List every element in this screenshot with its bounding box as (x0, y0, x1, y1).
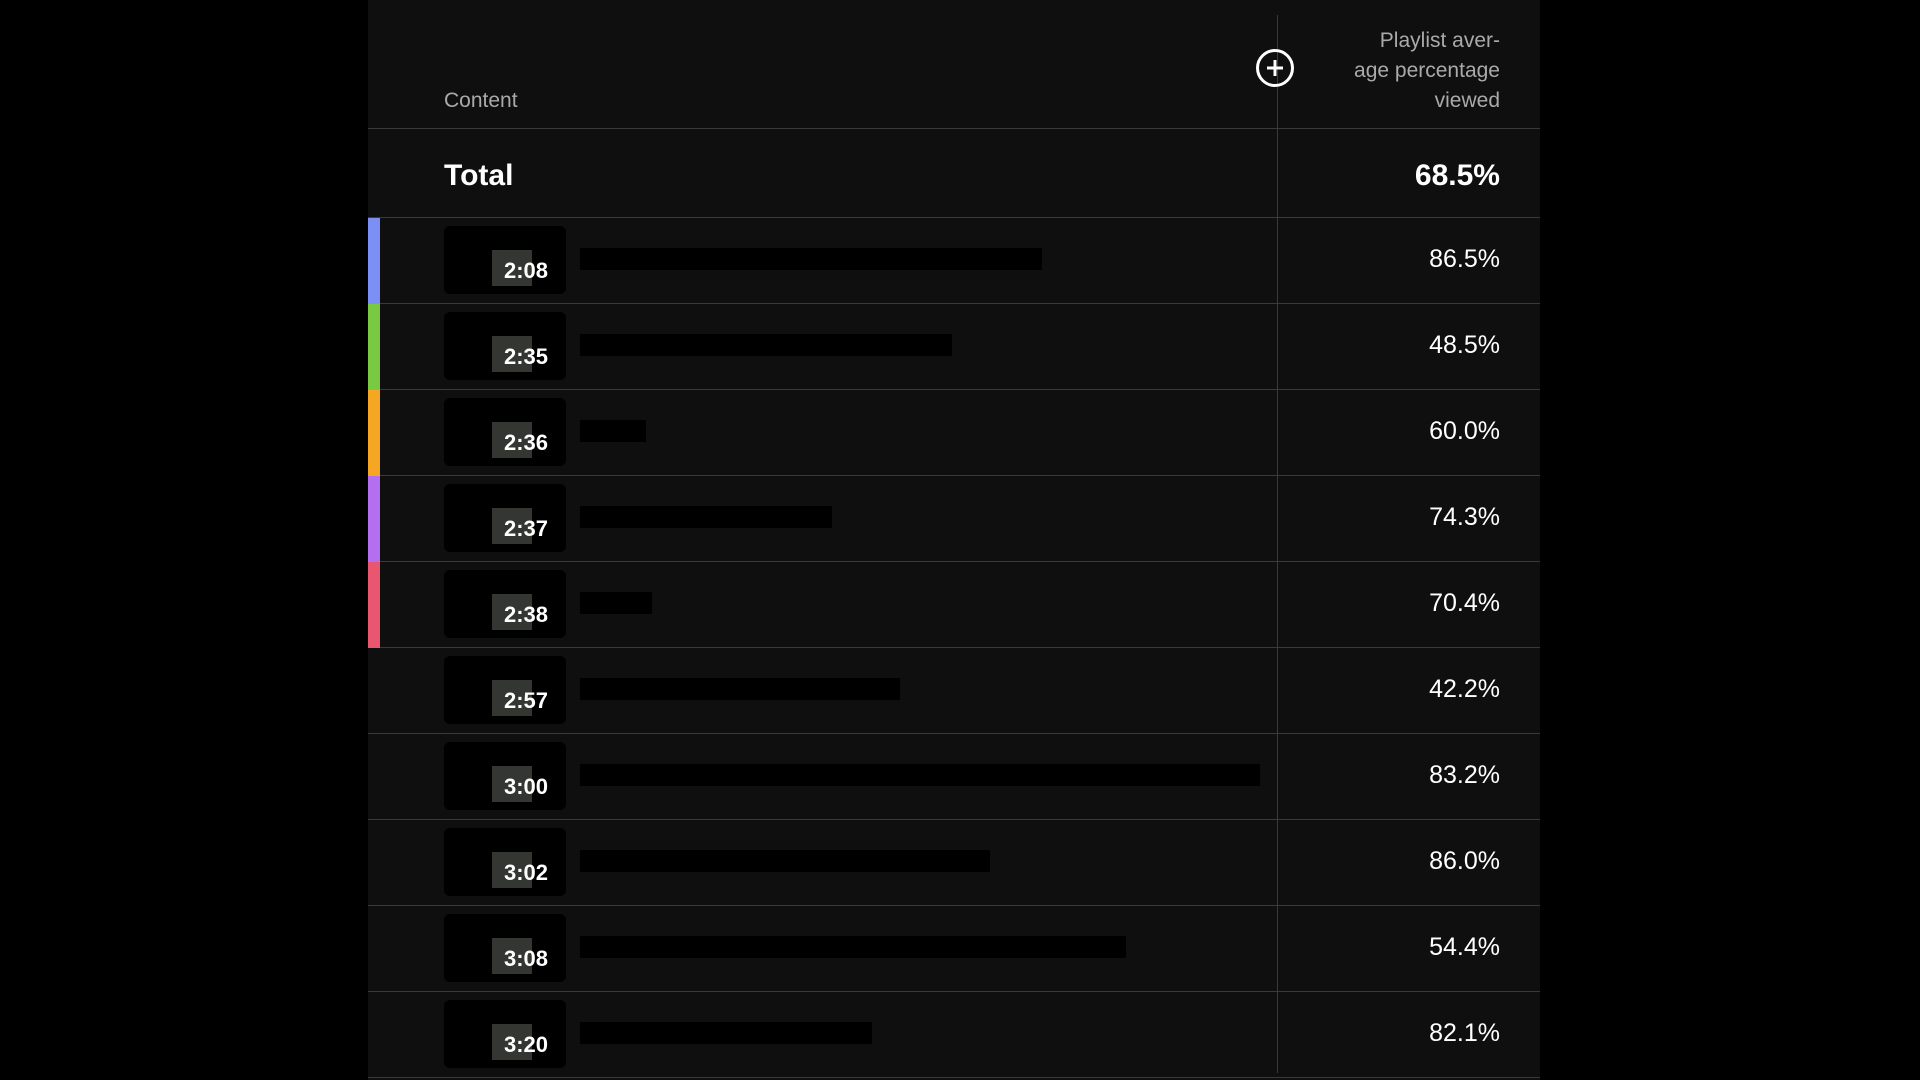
video-thumbnail[interactable]: 2:08 (444, 226, 566, 294)
metric-value: 82.1% (1429, 1019, 1500, 1047)
metric-value: 54.4% (1429, 933, 1500, 961)
table-row[interactable]: 3:00 83.2% (368, 734, 1540, 820)
redacted-video-title[interactable] (580, 850, 990, 872)
metric-header-line-1: Playlist aver- (1379, 29, 1500, 52)
video-duration: 3:08 (503, 946, 548, 971)
plus-circle-icon (1267, 60, 1283, 76)
series-color-bar (368, 476, 380, 562)
redacted-video-title[interactable] (580, 936, 1126, 958)
video-duration: 2:38 (503, 602, 548, 627)
metric-value: 86.5% (1429, 245, 1500, 273)
metric-value: 86.0% (1429, 847, 1500, 875)
metric-value: 83.2% (1429, 761, 1500, 789)
video-thumbnail[interactable]: 3:02 (444, 828, 566, 896)
video-thumbnail[interactable]: 2:37 (444, 484, 566, 552)
video-duration: 2:36 (503, 430, 548, 455)
series-color-bar (368, 304, 380, 390)
metric-value: 48.5% (1429, 331, 1500, 359)
video-duration: 3:20 (503, 1032, 548, 1057)
table-row[interactable]: 3:20 82.1% (368, 992, 1540, 1078)
video-thumbnail[interactable]: 3:00 (444, 742, 566, 810)
content-table: Content Playlist aver- age percentage vi… (368, 0, 1540, 1080)
redacted-video-title[interactable] (580, 334, 952, 356)
add-metric-button[interactable] (1256, 49, 1294, 87)
video-duration: 2:08 (503, 258, 548, 283)
video-duration: 2:35 (503, 344, 548, 369)
table-row[interactable]: 2:57 42.2% (368, 648, 1540, 734)
redacted-video-title[interactable] (580, 678, 900, 700)
metric-value: 70.4% (1429, 589, 1500, 617)
redacted-video-title[interactable] (580, 592, 652, 614)
video-duration: 2:37 (503, 516, 548, 541)
video-thumbnail[interactable]: 3:08 (444, 914, 566, 982)
table-row[interactable]: 3:08 54.4% (368, 906, 1540, 992)
metric-value: 74.3% (1429, 503, 1500, 531)
total-value: 68.5% (1414, 159, 1500, 192)
redacted-video-title[interactable] (580, 248, 1042, 270)
table-header: Content Playlist aver- age percentage vi… (368, 0, 1540, 129)
table-row[interactable]: 3:02 86.0% (368, 820, 1540, 906)
video-duration: 3:00 (503, 774, 548, 799)
redacted-video-title[interactable] (580, 764, 1260, 786)
video-thumbnail[interactable]: 2:57 (444, 656, 566, 724)
redacted-video-title[interactable] (580, 420, 646, 442)
video-duration: 3:02 (503, 860, 548, 885)
table-row[interactable]: 2:08 86.5% (368, 218, 1540, 304)
table-row[interactable]: 2:36 60.0% (368, 390, 1540, 476)
table-row[interactable]: 2:35 48.5% (368, 304, 1540, 390)
redacted-video-title[interactable] (580, 506, 832, 528)
video-thumbnail[interactable]: 2:36 (444, 398, 566, 466)
metric-value: 60.0% (1429, 417, 1500, 445)
video-thumbnail[interactable]: 2:35 (444, 312, 566, 380)
metric-header-line-3: viewed (1434, 89, 1500, 112)
metric-column-header[interactable]: Playlist aver- age percentage viewed (1320, 26, 1500, 116)
total-label: Total (444, 159, 514, 192)
video-thumbnail[interactable]: 3:20 (444, 1000, 566, 1068)
metric-header-line-2: age percentage (1354, 59, 1500, 82)
series-color-bar (368, 562, 380, 648)
series-color-bar (368, 218, 380, 304)
metric-value: 42.2% (1429, 675, 1500, 703)
video-rows: 2:08 86.5% 2:35 48.5% 2:36 60.0% 2:37 74.3% 2:38… (368, 218, 1540, 1078)
table-row[interactable]: 2:38 70.4% (368, 562, 1540, 648)
total-row: Total 68.5% (368, 129, 1540, 218)
video-thumbnail[interactable]: 2:38 (444, 570, 566, 638)
content-column-header[interactable]: Content (444, 89, 518, 113)
series-color-bar (368, 390, 380, 476)
table-row[interactable]: 2:37 74.3% (368, 476, 1540, 562)
video-duration: 2:57 (503, 688, 548, 713)
redacted-video-title[interactable] (580, 1022, 872, 1044)
